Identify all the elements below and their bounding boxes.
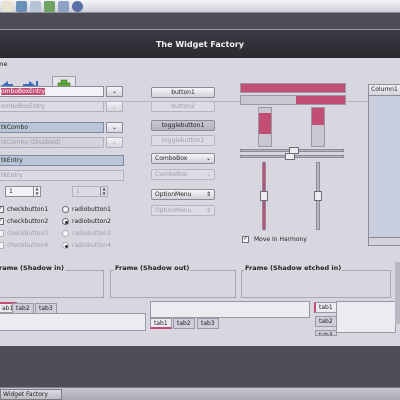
notebook-bottom-tab3[interactable]: tab3 [197, 318, 219, 329]
top-panel [0, 0, 400, 13]
chevron-down-icon: ⌄ [205, 171, 211, 178]
file-manager-icon[interactable] [2, 1, 13, 12]
text-entry-disabled: tkEntry [0, 170, 124, 181]
frame-shadow-out-label: Frame (Shadow out) [114, 264, 191, 272]
togglebutton1[interactable]: togglebutton1 [151, 120, 215, 131]
combobox1[interactable]: ComboBox ⌄ [151, 153, 215, 164]
window-edge [395, 262, 400, 324]
vertical-progress-bar-inverted [311, 107, 325, 147]
menubar: me [0, 58, 400, 72]
combo-box-entry-disabled-dropdown: ⌄ [106, 101, 123, 112]
scale-slider-handle[interactable] [314, 191, 322, 201]
checkbutton1-label[interactable]: checkbutton1 [7, 206, 48, 213]
checkmark-icon: ✓ [0, 217, 4, 224]
combo-box-entry[interactable]: omboBoxEntry [0, 86, 104, 97]
checkbutton3-label: checkbutton3 [7, 230, 49, 237]
taskbar: Widget Factory [0, 387, 400, 400]
vertical-scale-2[interactable] [314, 162, 322, 230]
radiobutton1-label[interactable]: radiobutton1 [72, 206, 111, 213]
settings-icon[interactable] [58, 1, 69, 12]
optionmenu2: OptionMenu ⇕ [151, 205, 215, 216]
horizontal-progress-bar-inverted [240, 95, 346, 105]
move-in-harmony-label[interactable]: Move In Harmony [254, 236, 307, 243]
window-title: The Widget Factory [155, 40, 245, 49]
radiobutton2-circle[interactable] [62, 218, 69, 225]
frame-shadow-etched [241, 270, 391, 298]
scale-slider-handle[interactable] [260, 191, 268, 201]
combo-box-entry-dropdown[interactable]: ⌄ [106, 86, 123, 97]
radiobutton3-circle [62, 230, 69, 237]
move-in-harmony-checkbox[interactable]: ✓ [242, 235, 249, 243]
checkmark-icon: ✓ [243, 235, 249, 242]
vertical-scale[interactable] [260, 162, 268, 230]
menu-item-file[interactable]: me [0, 60, 7, 68]
optionmenu1[interactable]: OptionMenu ⇕ [151, 189, 215, 200]
chevron-down-icon: ⌄ [205, 155, 211, 162]
vertical-progress-bar [258, 107, 272, 147]
button2: button2 [151, 101, 215, 112]
frame-shadow-etched-label: Frame (Shadow etched in) [244, 264, 343, 272]
spin-button-disabled: 1 ▲ ▼ [72, 186, 108, 197]
system-icon[interactable] [72, 1, 83, 12]
checkbutton2-label[interactable]: checkbutton2 [7, 218, 48, 225]
horizontal-progress-bar [240, 83, 346, 93]
scale-slider-handle[interactable] [285, 153, 295, 160]
gtk-combo-disabled: tkCombo (Disabled) [0, 137, 104, 148]
radiobutton1-circle[interactable] [62, 206, 69, 213]
checkbutton4-label: checkbutton4 [7, 242, 49, 249]
option-menu-icon: ⇕ [205, 207, 211, 214]
notebook-left-tab1[interactable]: tab1 [314, 302, 337, 313]
notebook-bottom-panel [150, 301, 310, 318]
radiobutton4-label: radiobutton4 [72, 242, 111, 249]
notebook-left-panel [336, 301, 396, 333]
taskbar-window-button[interactable]: Widget Factory [0, 389, 62, 400]
option-menu-icon: ⇕ [205, 191, 211, 198]
notebook-top-tab2[interactable]: tab2 [12, 303, 34, 314]
horizontal-scale-2[interactable] [240, 153, 344, 160]
tree-horizontal-scrollbar[interactable] [369, 237, 400, 245]
spin-arrows-icon: ▲ ▼ [100, 186, 107, 196]
notebook-bottom-tab2[interactable]: tab2 [173, 318, 195, 329]
notebook-left-tab3[interactable]: tab3 [315, 330, 337, 336]
frame-shadow-in-label: rame (Shadow in) [0, 264, 65, 272]
tree-view[interactable]: Column1 [368, 84, 400, 246]
widget-factory-window: The Widget Factory me omboBoxEntry ⌄ omb… [0, 29, 400, 346]
togglebutton2: togglebutton2 [151, 135, 215, 146]
gtk-combo-dropdown[interactable]: ⌄ [106, 122, 123, 133]
web-browser-icon[interactable] [16, 1, 27, 12]
radiobutton4-circle [62, 242, 69, 249]
checkbutton1-box[interactable]: ✓ [0, 205, 4, 213]
combo-box-entry-disabled: omboBoxEntry [0, 101, 104, 112]
gtk-combo[interactable]: tkCombo [0, 122, 104, 133]
notebook-bottom-tab1[interactable]: tab1 [150, 318, 172, 329]
checkbutton4-box [0, 242, 4, 249]
notebook-left-tab2[interactable]: tab2 [315, 316, 337, 327]
frame-shadow-in [0, 270, 104, 298]
radiobutton2-label[interactable]: radiobutton2 [72, 218, 111, 225]
titlebar[interactable]: The Widget Factory [0, 30, 400, 58]
combobox2: ComboBox ⌄ [151, 169, 215, 180]
spin-arrows-icon[interactable]: ▲ ▼ [33, 186, 40, 196]
text-editor-icon[interactable] [44, 1, 55, 12]
spin-button[interactable]: 1 ▲ ▼ [5, 186, 41, 197]
tree-column-header[interactable]: Column1 [369, 85, 400, 96]
frame-shadow-out [110, 270, 236, 298]
notebook-top-panel [0, 313, 146, 331]
gtk-combo-disabled-dropdown: ⌄ [106, 137, 123, 148]
radiobutton3-label: radiobutton3 [72, 230, 111, 237]
terminal-icon[interactable] [30, 1, 41, 12]
horizontal-scale[interactable] [240, 147, 344, 154]
checkbutton2-box[interactable]: ✓ [0, 217, 4, 225]
checkbutton3-box [0, 230, 4, 237]
text-entry[interactable]: tkEntry [0, 155, 124, 166]
notebook-top-tab3[interactable]: tab3 [35, 303, 57, 314]
button1[interactable]: button1 [151, 87, 215, 98]
checkmark-icon: ✓ [0, 205, 4, 212]
